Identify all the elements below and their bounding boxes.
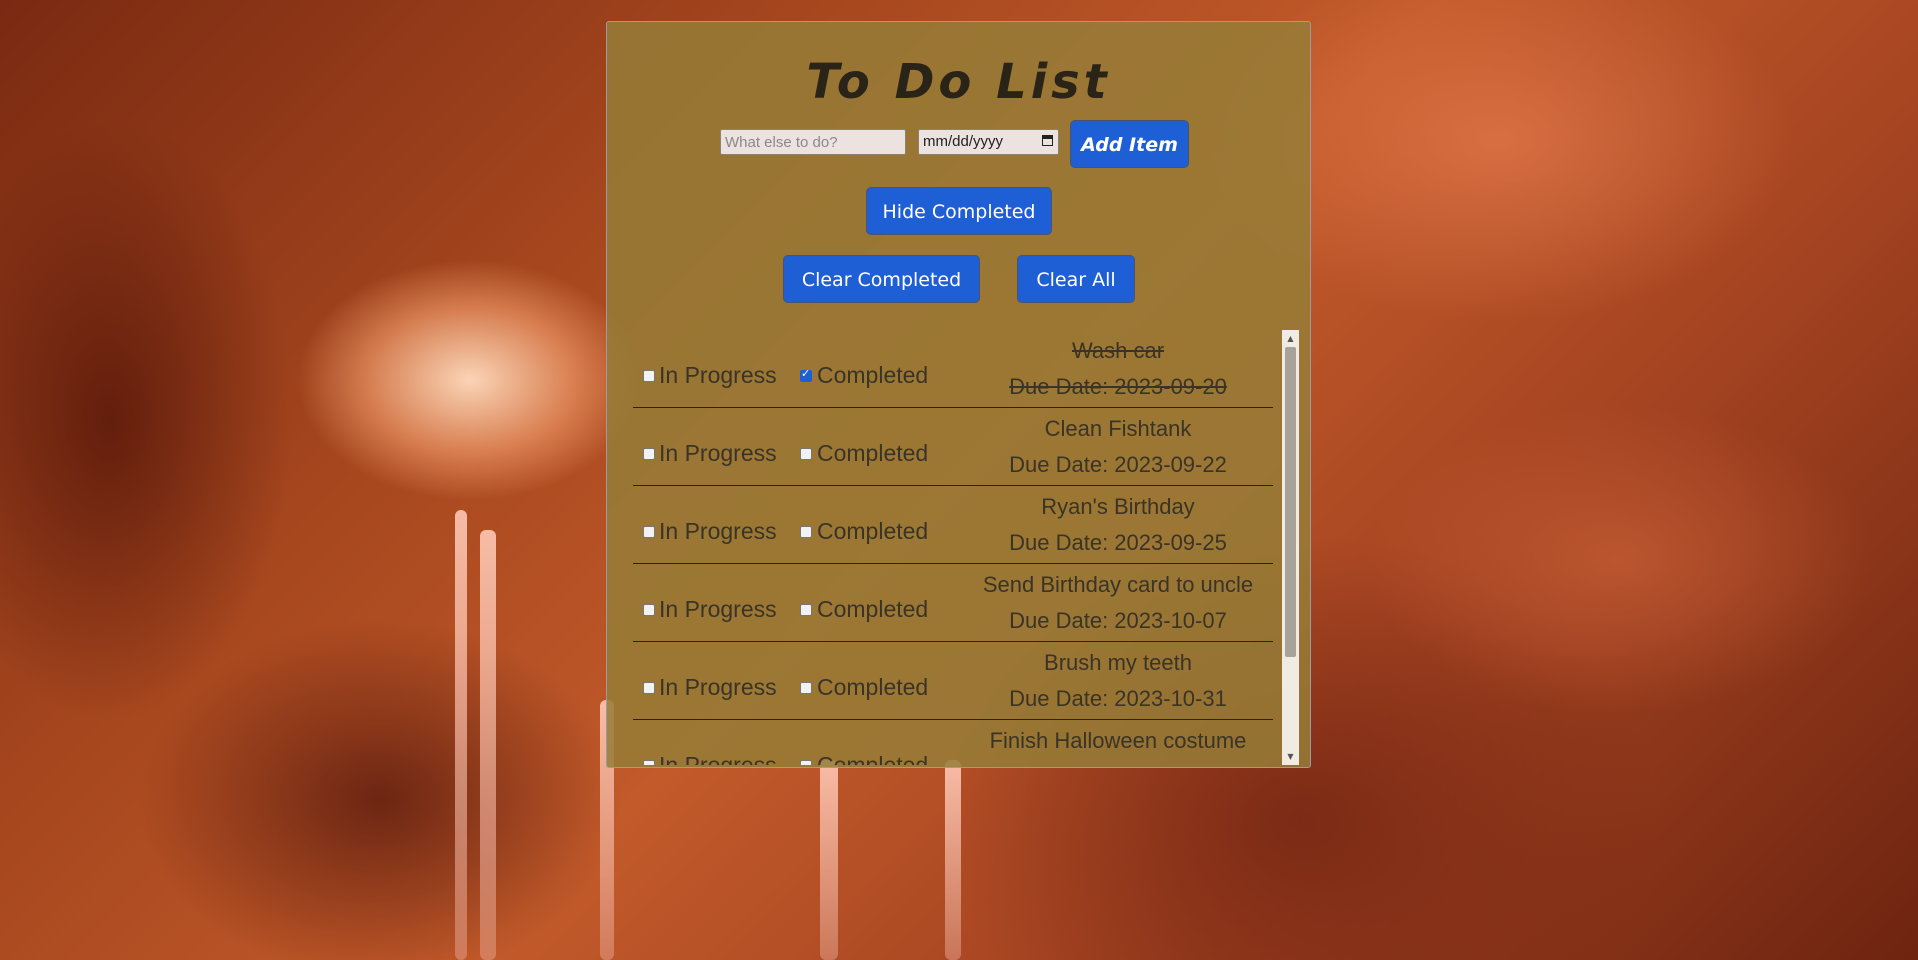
completed-checkbox[interactable] <box>800 367 812 382</box>
task-name: Ryan's Birthday <box>1041 494 1195 519</box>
in-progress-checkbox[interactable] <box>643 370 655 382</box>
in-progress-checkbox[interactable] <box>643 760 655 765</box>
in-progress-checkbox[interactable] <box>643 682 655 694</box>
completed-checkbox[interactable] <box>800 760 812 765</box>
todo-item: In Progress Completed Brush my teeth Due Da… <box>633 642 1273 720</box>
in-progress-label: In Progress <box>659 674 777 700</box>
completed-label: Completed <box>817 752 929 765</box>
scrollbar[interactable]: ▲ ▼ <box>1282 330 1299 765</box>
scroll-down-arrow-icon[interactable]: ▼ <box>1282 748 1299 765</box>
in-progress-label: In Progress <box>659 596 777 622</box>
calendar-icon[interactable] <box>1042 135 1053 146</box>
task-input[interactable] <box>720 129 906 155</box>
task-due-date: Due Date: 2023-09-25 <box>1009 530 1227 555</box>
scroll-up-arrow-icon[interactable]: ▲ <box>1282 330 1299 347</box>
in-progress-checkbox[interactable] <box>643 604 655 616</box>
hide-completed-button[interactable]: Hide Completed <box>867 188 1051 234</box>
due-date-input[interactable]: mm/dd/yyyy <box>918 129 1059 155</box>
todo-item: In Progress Completed Wash car Due Date: 20… <box>633 330 1273 408</box>
task-due-date: Due Date: 2023-09-22 <box>1009 452 1227 477</box>
task-name: Brush my teeth <box>1044 650 1192 675</box>
date-placeholder: mm/dd/yyyy <box>923 133 1004 150</box>
completed-label: Completed <box>817 518 929 544</box>
todo-item: In Progress Completed Finish Halloween cos… <box>633 720 1273 765</box>
todo-list: In Progress Completed Wash car Due Date: 20… <box>633 330 1299 765</box>
clear-all-button[interactable]: Clear All <box>1018 256 1134 302</box>
todo-item: In Progress Completed Send Birthday card t… <box>633 564 1273 642</box>
in-progress-label: In Progress <box>659 518 777 544</box>
todo-items: In Progress Completed Wash car Due Date: 20… <box>633 330 1273 765</box>
completed-checkbox[interactable] <box>800 448 812 460</box>
in-progress-label: In Progress <box>659 362 777 388</box>
add-item-button[interactable]: Add Item <box>1071 121 1188 167</box>
todo-panel: To Do List mm/dd/yyyy Add Item Hide Comp… <box>606 21 1311 768</box>
task-name: Wash car <box>1071 338 1165 363</box>
todo-item: In Progress Completed Clean Fishtank Due Da… <box>633 408 1273 486</box>
in-progress-label: In Progress <box>659 440 777 466</box>
sand-streak <box>820 760 838 960</box>
in-progress-checkbox[interactable] <box>643 448 655 460</box>
sand-streak <box>945 760 961 960</box>
completed-checkbox[interactable] <box>800 526 812 538</box>
task-name: Clean Fishtank <box>1044 416 1192 441</box>
task-name: Send Birthday card to uncle <box>982 572 1254 597</box>
page-title: To Do List <box>806 54 1111 110</box>
todo-item: In Progress Completed Ryan's Birthday Due D… <box>633 486 1273 564</box>
completed-label: Completed <box>817 440 929 466</box>
completed-label: Completed <box>817 596 929 622</box>
completed-label: Completed <box>817 674 929 700</box>
add-item-form: mm/dd/yyyy Add Item <box>607 121 1310 169</box>
in-progress-checkbox[interactable] <box>643 526 655 538</box>
completed-label: Completed <box>817 362 929 388</box>
sand-streak <box>480 530 496 960</box>
task-due-date: Due Date: 2023-09-20 <box>1009 374 1227 399</box>
task-due-date: Due Date: 2023-10-31 <box>1009 686 1227 711</box>
in-progress-label: In Progress <box>659 752 777 765</box>
sand-streak <box>455 510 467 960</box>
clear-completed-button[interactable]: Clear Completed <box>784 256 979 302</box>
task-name: Finish Halloween costume <box>989 728 1247 753</box>
completed-checkbox[interactable] <box>800 682 812 694</box>
scrollbar-thumb[interactable] <box>1285 347 1296 657</box>
completed-checkbox[interactable] <box>800 604 812 616</box>
task-due-date: Due Date: 2023-10-07 <box>1009 608 1227 633</box>
